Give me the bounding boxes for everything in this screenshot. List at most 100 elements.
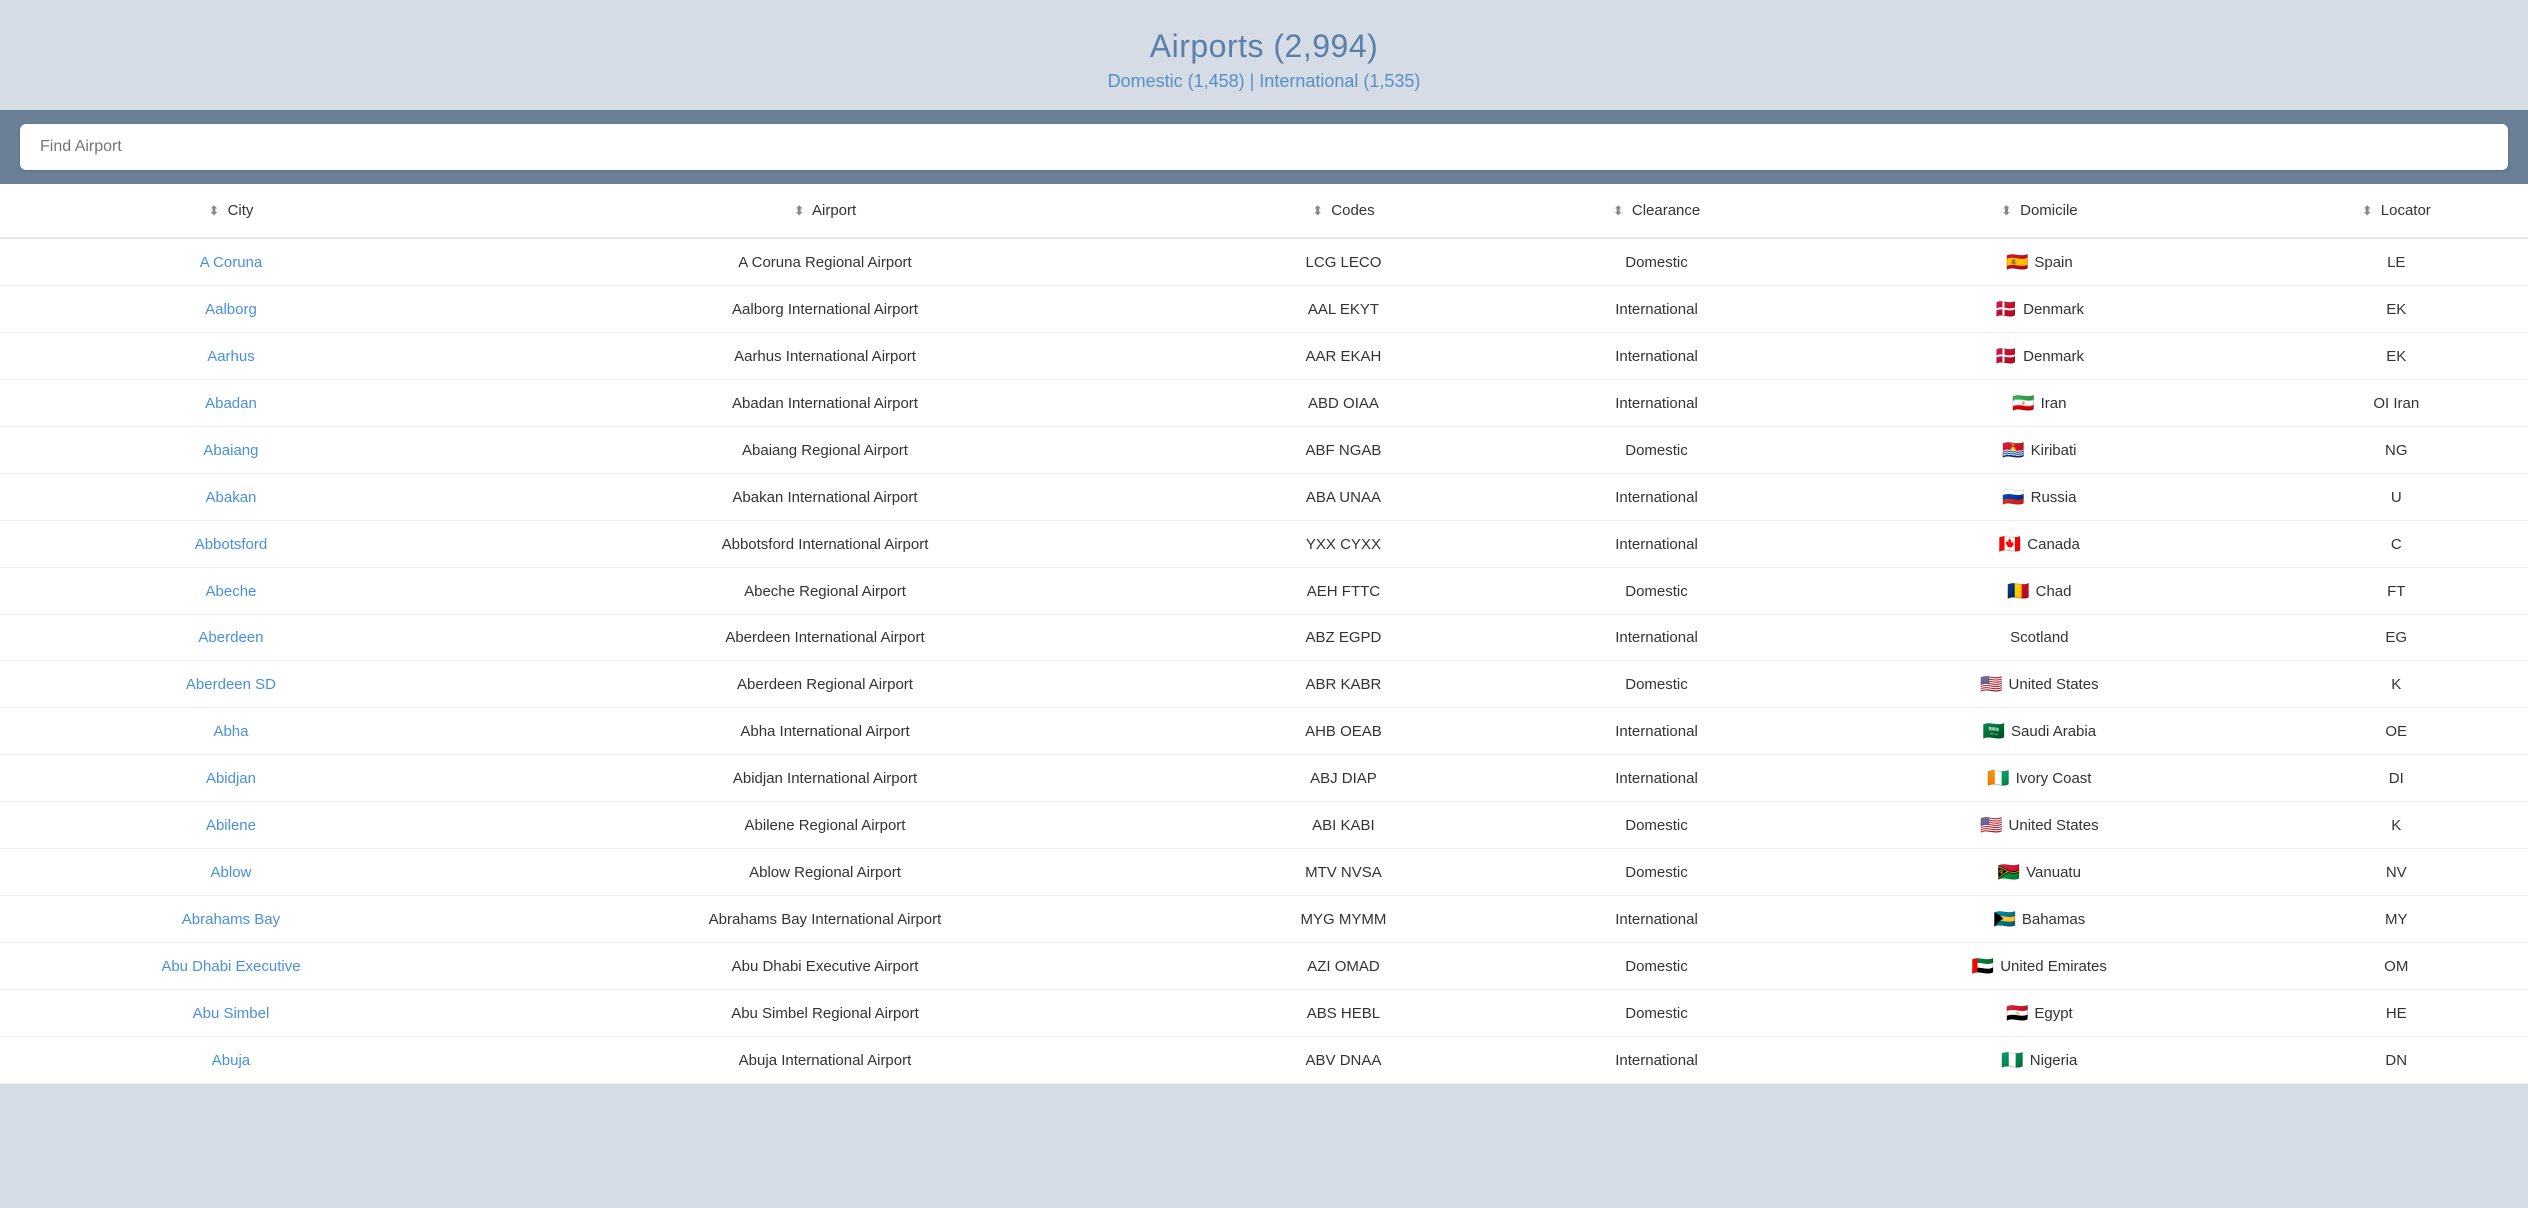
col-codes[interactable]: ⬍ Codes [1188, 184, 1499, 238]
flag-icon: 🇮🇷 [2012, 394, 2034, 412]
airport-cell: Abuja International Airport [462, 1037, 1188, 1084]
locator-cell: EK [2264, 286, 2528, 333]
flag-icon: 🇺🇸 [1980, 816, 2002, 834]
city-cell[interactable]: Abu Simbel [0, 990, 462, 1037]
locator-cell: LE [2264, 238, 2528, 286]
city-cell[interactable]: Abuja [0, 1037, 462, 1084]
table-header: ⬍ City ⬍ Airport ⬍ Codes ⬍ Clearance ⬍ D… [0, 184, 2528, 238]
domicile-cell: 🇳🇬Nigeria [1814, 1037, 2264, 1084]
domicile-name: Chad [2036, 583, 2072, 600]
airports-table-container: ⬍ City ⬍ Airport ⬍ Codes ⬍ Clearance ⬍ D… [0, 184, 2528, 1084]
city-cell[interactable]: A Coruna [0, 238, 462, 286]
locator-cell: K [2264, 802, 2528, 849]
table-row: AbecheAbeche Regional AirportAEH FTTCDom… [0, 568, 2528, 615]
airport-cell: Abu Dhabi Executive Airport [462, 943, 1188, 990]
city-cell[interactable]: Aberdeen [0, 615, 462, 661]
city-link[interactable]: Abrahams Bay [182, 911, 280, 928]
city-link[interactable]: A Coruna [200, 254, 263, 271]
city-link[interactable]: Aarhus [207, 348, 255, 365]
flag-icon: 🇧🇸 [1993, 910, 2015, 928]
city-cell[interactable]: Abu Dhabi Executive [0, 943, 462, 990]
codes-cell: ABZ EGPD [1188, 615, 1499, 661]
domicile-name: Bahamas [2022, 911, 2085, 928]
codes-cell: AZI OMAD [1188, 943, 1499, 990]
city-cell[interactable]: Abbotsford [0, 521, 462, 568]
codes-cell: AEH FTTC [1188, 568, 1499, 615]
col-locator[interactable]: ⬍ Locator [2264, 184, 2528, 238]
search-input[interactable] [20, 124, 2508, 170]
city-link[interactable]: Abu Simbel [193, 1005, 270, 1022]
city-cell[interactable]: Abha [0, 708, 462, 755]
table-row: AbileneAbilene Regional AirportABI KABID… [0, 802, 2528, 849]
city-link[interactable]: Abilene [206, 817, 256, 834]
sort-city-icon: ⬍ [209, 203, 220, 219]
city-cell[interactable]: Aberdeen SD [0, 661, 462, 708]
city-cell[interactable]: Abrahams Bay [0, 896, 462, 943]
city-link[interactable]: Ablow [211, 864, 252, 881]
flag-icon: 🇰🇮 [2002, 441, 2024, 459]
city-cell[interactable]: Ablow [0, 849, 462, 896]
domicile-name: Egypt [2034, 1005, 2072, 1022]
col-city[interactable]: ⬍ City [0, 184, 462, 238]
city-link[interactable]: Abadan [205, 395, 257, 412]
city-cell[interactable]: Abaiang [0, 427, 462, 474]
codes-cell: YXX CYXX [1188, 521, 1499, 568]
domicile-cell: 🇺🇸United States [1814, 802, 2264, 849]
city-cell[interactable]: Abadan [0, 380, 462, 427]
city-cell[interactable]: Abidjan [0, 755, 462, 802]
locator-cell: NV [2264, 849, 2528, 896]
locator-cell: DI [2264, 755, 2528, 802]
domicile-name: Scotland [2010, 629, 2068, 646]
airports-table: ⬍ City ⬍ Airport ⬍ Codes ⬍ Clearance ⬍ D… [0, 184, 2528, 1084]
city-cell[interactable]: Aarhus [0, 333, 462, 380]
airport-cell: Abu Simbel Regional Airport [462, 990, 1188, 1037]
table-row: AbidjanAbidjan International AirportABJ … [0, 755, 2528, 802]
city-link[interactable]: Aberdeen SD [186, 676, 276, 693]
airport-cell: Abha International Airport [462, 708, 1188, 755]
flag-icon: 🇳🇬 [2001, 1051, 2023, 1069]
domicile-cell: 🇷🇺Russia [1814, 474, 2264, 521]
codes-cell: ABV DNAA [1188, 1037, 1499, 1084]
domicile-cell: 🇮🇷 Iran [1814, 380, 2264, 427]
airport-cell: Abakan International Airport [462, 474, 1188, 521]
table-row: AbaiangAbaiang Regional AirportABF NGABD… [0, 427, 2528, 474]
city-link[interactable]: Abha [213, 723, 248, 740]
domicile-name: Russia [2031, 489, 2077, 506]
city-link[interactable]: Aberdeen [198, 629, 263, 646]
city-link[interactable]: Abbotsford [195, 536, 268, 553]
sort-clearance-icon: ⬍ [1613, 203, 1624, 219]
city-link[interactable]: Abu Dhabi Executive [161, 958, 300, 975]
clearance-cell: International [1499, 615, 1814, 661]
col-domicile[interactable]: ⬍ Domicile [1814, 184, 2264, 238]
domicile-name: Denmark [2023, 301, 2084, 318]
domicile-cell: 🇺🇸United States [1814, 661, 2264, 708]
table-body: A CorunaA Coruna Regional AirportLCG LEC… [0, 238, 2528, 1084]
table-row: A CorunaA Coruna Regional AirportLCG LEC… [0, 238, 2528, 286]
table-row: Abuja Abuja International AirportABV DNAA… [0, 1037, 2528, 1084]
domicile-name: Kiribati [2031, 442, 2077, 459]
city-link[interactable]: Aalborg [205, 301, 257, 318]
airport-cell: Ablow Regional Airport [462, 849, 1188, 896]
city-link[interactable]: Abidjan [206, 770, 256, 787]
city-link[interactable]: Abakan [206, 489, 257, 506]
domicile-name: United States [2009, 676, 2099, 693]
city-cell[interactable]: Abeche [0, 568, 462, 615]
col-clearance[interactable]: ⬍ Clearance [1499, 184, 1814, 238]
codes-cell: ABJ DIAP [1188, 755, 1499, 802]
domicile-name: Iran [2041, 395, 2067, 412]
codes-cell: ABI KABI [1188, 802, 1499, 849]
airport-cell: Abrahams Bay International Airport [462, 896, 1188, 943]
page-subtitle: Domestic (1,458) | International (1,535) [20, 71, 2508, 92]
city-link[interactable]: Abeche [206, 583, 257, 600]
city-cell[interactable]: Abilene [0, 802, 462, 849]
flag-icon: 🇹🇩 [2007, 582, 2029, 600]
city-cell[interactable]: Abakan [0, 474, 462, 521]
domicile-cell: 🇸🇦Saudi Arabia [1814, 708, 2264, 755]
locator-cell: OI Iran [2264, 380, 2528, 427]
col-airport[interactable]: ⬍ Airport [462, 184, 1188, 238]
city-link[interactable]: Abaiang [203, 442, 258, 459]
city-cell[interactable]: Aalborg [0, 286, 462, 333]
clearance-cell: Domestic [1499, 943, 1814, 990]
city-link[interactable]: Abuja [212, 1052, 250, 1069]
airport-cell: Abilene Regional Airport [462, 802, 1188, 849]
